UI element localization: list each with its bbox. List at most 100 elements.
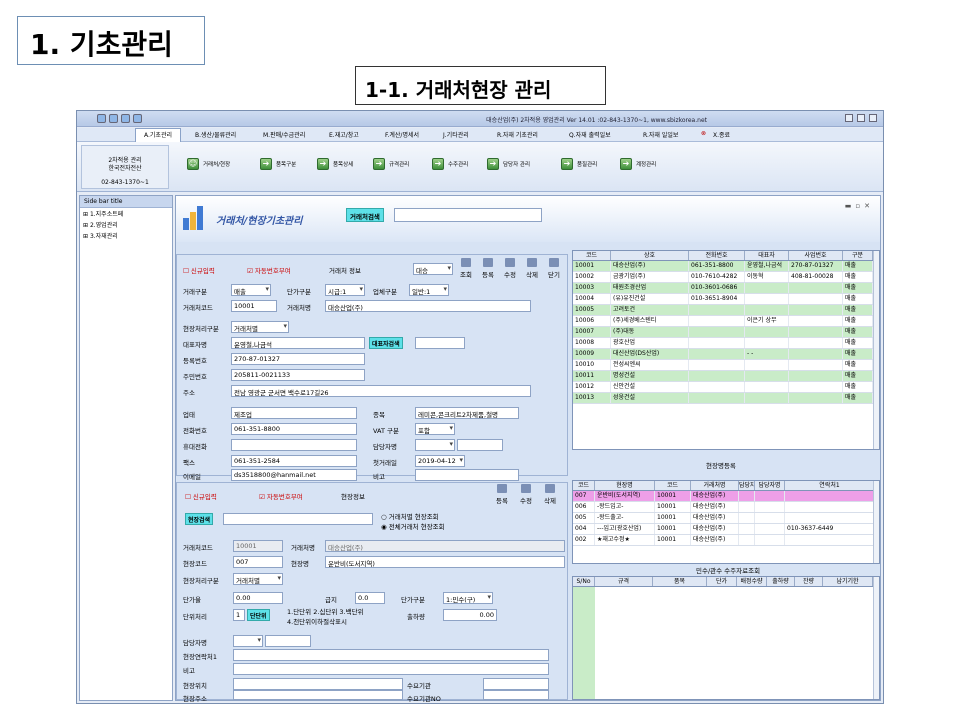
- site-memo-input[interactable]: [233, 663, 549, 675]
- site-price-type-select[interactable]: 1:민수(구): [443, 592, 493, 604]
- ship-input[interactable]: 0.00: [443, 609, 497, 621]
- table-row[interactable]: 007 운반비(도서지역) 10001 대승산업(주): [573, 491, 879, 502]
- table-row[interactable]: 10002 금광기업(주) 010-7610-4282 이동혁 408-81-00028…: [573, 272, 879, 283]
- site-grid-scrollbar[interactable]: [873, 481, 879, 563]
- ribbon-item-detail[interactable]: ➔ 품목상세: [317, 158, 353, 170]
- mobile-input[interactable]: [231, 439, 357, 451]
- menu-item-basic[interactable]: A.기초관리: [135, 128, 181, 142]
- site-edit-button[interactable]: 수정: [515, 483, 537, 507]
- table-row[interactable]: 10012 신안건설 매출: [573, 382, 879, 393]
- delete-button[interactable]: 삭제: [521, 257, 543, 281]
- site-search-button[interactable]: 현장검색: [185, 513, 214, 525]
- table-row[interactable]: 004 ---입고(광호산업) 10001 대승산업(주) 010-3637-6449: [573, 524, 879, 535]
- item-input[interactable]: 레미콘,콘크리트2차제품,철명: [415, 407, 519, 419]
- site-address-input[interactable]: [233, 690, 403, 700]
- column-header[interactable]: 출하량: [767, 577, 795, 586]
- column-header[interactable]: 코드: [573, 251, 611, 260]
- client-code-input[interactable]: 10001: [231, 300, 277, 312]
- trade-kind-select[interactable]: 매출: [231, 284, 271, 296]
- site-delete-button[interactable]: 삭제: [539, 483, 561, 507]
- sidebar-item-3[interactable]: ⊞ 3.자재관리: [80, 230, 172, 241]
- column-header[interactable]: 담당자: [739, 481, 755, 490]
- column-header[interactable]: 상호: [611, 251, 689, 260]
- site-auto-number-checkbox[interactable]: ☑ 자동번호부여: [259, 491, 303, 501]
- demand-input[interactable]: [483, 678, 549, 690]
- site-search-input[interactable]: [223, 513, 373, 525]
- site-contact-input[interactable]: [233, 649, 549, 661]
- manager-name-input[interactable]: [457, 439, 503, 451]
- fax-input[interactable]: 061-351-2584: [231, 455, 357, 467]
- ribbon-manager[interactable]: ➔ 담당자 관리: [487, 158, 530, 170]
- menu-item-material[interactable]: R.자재 기초관리: [497, 130, 538, 139]
- client-name-input[interactable]: 대승산업(주): [325, 300, 531, 312]
- radio-site-by-client[interactable]: ○ 거래처별 현장조회: [381, 511, 439, 521]
- client-search-input[interactable]: [394, 208, 542, 222]
- biztype-input[interactable]: 제조업: [231, 407, 357, 419]
- site-client-name-input[interactable]: 대승산업(주): [325, 540, 565, 552]
- app-icon[interactable]: [97, 114, 106, 123]
- client-type-select[interactable]: 대승: [413, 263, 453, 275]
- menu-item-material-report[interactable]: Q.자재 출력일보: [569, 130, 611, 139]
- site-register-button[interactable]: 등록: [491, 483, 513, 507]
- table-row[interactable]: 10007 (주)대동 매출: [573, 327, 879, 338]
- column-header[interactable]: 코드: [573, 481, 595, 490]
- site-proc-select[interactable]: 거래처별: [233, 573, 283, 585]
- pay-grade-input[interactable]: 0.0: [355, 592, 385, 604]
- column-header[interactable]: 전화번호: [689, 251, 745, 260]
- radio-site-all[interactable]: ◉ 전체거래처 현장조회: [381, 521, 445, 531]
- column-header[interactable]: 사업번호: [789, 251, 843, 260]
- table-row[interactable]: 10001 대승산업(주) 061-351-8800 윤영철,나금석 270-87-01…: [573, 261, 879, 272]
- biz-type-select[interactable]: 일반:1: [409, 284, 449, 296]
- sidebar-item-1[interactable]: ⊞ 1.지주소트페: [80, 208, 172, 219]
- table-row[interactable]: 10006 (주)세경베스텐티 이은기 상무 매출: [573, 316, 879, 327]
- price-type-select[interactable]: 시급:1: [325, 284, 365, 296]
- column-header[interactable]: 거래처명: [691, 481, 739, 490]
- demand-no-input[interactable]: [483, 690, 549, 700]
- menu-item-etc[interactable]: J.기타관리: [443, 130, 469, 139]
- column-header[interactable]: 대표자: [745, 251, 789, 260]
- ribbon-item-category[interactable]: ➔ 품목구분: [260, 158, 296, 170]
- client-search-button[interactable]: 거래처검색: [346, 208, 384, 222]
- site-manager-select[interactable]: [233, 635, 263, 647]
- vat-select[interactable]: 포함: [415, 423, 455, 435]
- table-row[interactable]: 002 ★재고수정★ 10001 대승산업(주): [573, 535, 879, 546]
- ribbon-account[interactable]: ➔ 계정관리: [620, 158, 656, 170]
- site-manager-input[interactable]: [265, 635, 311, 647]
- jumin-input[interactable]: 205811-0021133: [231, 369, 365, 381]
- panel-window-controls[interactable]: ▬▫✕: [845, 202, 874, 210]
- menu-item-material-daily[interactable]: R.자재 일일보: [643, 130, 678, 139]
- edit-button[interactable]: 수정: [499, 257, 521, 281]
- ribbon-order[interactable]: ➔ 수주관리: [432, 158, 468, 170]
- site-new-checkbox[interactable]: ☐ 신규입력: [185, 491, 217, 501]
- column-header[interactable]: 잔량: [795, 577, 823, 586]
- column-header[interactable]: 단가: [707, 577, 737, 586]
- first-trade-date[interactable]: 2019-04-12: [415, 455, 465, 467]
- manager-select[interactable]: [415, 439, 455, 451]
- ribbon-spec[interactable]: ➔ 규격관리: [373, 158, 409, 170]
- table-row[interactable]: 10005 고려토건 매출: [573, 305, 879, 316]
- ceo-search-input[interactable]: [415, 337, 465, 349]
- menu-item-stock[interactable]: E.재고/창고: [329, 130, 359, 139]
- column-header[interactable]: 연락처1: [785, 481, 875, 490]
- column-header[interactable]: S/No: [573, 577, 595, 586]
- column-header[interactable]: 코드: [655, 481, 691, 490]
- column-header[interactable]: 구분: [843, 251, 873, 260]
- rate-input[interactable]: 0.00: [233, 592, 283, 604]
- column-header[interactable]: 배정수량: [737, 577, 767, 586]
- table-row[interactable]: 10004 (유)유진건설 010-3651-8904 매출: [573, 294, 879, 305]
- ribbon-quality[interactable]: ➔ 품질관리: [561, 158, 597, 170]
- ceo-input[interactable]: 윤영철,나금석: [231, 337, 365, 349]
- close-icon[interactable]: [869, 114, 877, 122]
- close-button[interactable]: 닫기: [543, 257, 565, 281]
- sidebar-item-2[interactable]: ⊞ 2.영업관리: [80, 219, 172, 230]
- site-name-input[interactable]: 운반비(도서지역): [325, 556, 565, 568]
- exit-icon[interactable]: ⊗: [701, 130, 706, 137]
- column-header[interactable]: 현장명: [595, 481, 655, 490]
- table-row[interactable]: 10010 전성씨엔씨 매출: [573, 360, 879, 371]
- ribbon-client-site[interactable]: ☺ 거래처/현장: [187, 158, 230, 170]
- column-header[interactable]: 규격: [595, 577, 653, 586]
- table-row[interactable]: 10013 성웅건설 매출: [573, 393, 879, 404]
- print-icon[interactable]: [133, 114, 142, 123]
- menu-item-sales[interactable]: M.판매/수금관리: [263, 130, 305, 139]
- memo-input[interactable]: [415, 469, 519, 481]
